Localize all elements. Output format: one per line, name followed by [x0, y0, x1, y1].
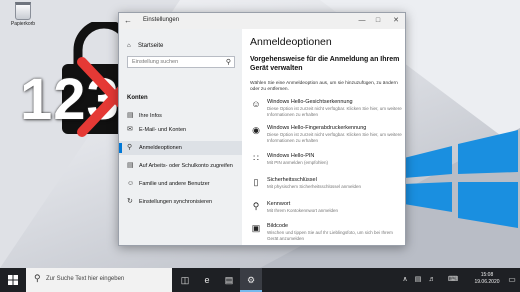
- mail-icon: ✉: [127, 126, 133, 133]
- option-pin[interactable]: ∷ Windows Hello-PIN Mit PIN anmelden (em…: [250, 153, 405, 177]
- active-indicator: [119, 143, 122, 153]
- sidebar-item-label: Einstellungen synchronisieren: [139, 199, 213, 205]
- fingerprint-icon: ◉: [252, 125, 260, 135]
- close-button[interactable]: ✕: [389, 15, 403, 27]
- option-title: Windows Hello-PIN: [267, 153, 315, 159]
- task-view-icon[interactable]: ◫: [174, 268, 196, 292]
- option-security-key[interactable]: ▯ Sicherheitsschlüssel Mit physischem Si…: [250, 177, 405, 201]
- clock-time: 15:08: [480, 272, 494, 278]
- settings-search-input[interactable]: Einstellung suchen ⚲: [127, 56, 235, 68]
- title-bar[interactable]: ← Einstellungen — □ ✕: [119, 13, 405, 29]
- edge-browser-icon[interactable]: e: [196, 268, 218, 292]
- minimize-button[interactable]: —: [355, 15, 369, 27]
- settings-taskbar-icon[interactable]: ⚙: [240, 268, 262, 292]
- sidebar-item-email-accounts[interactable]: ✉ E-Mail- und Konten: [119, 123, 242, 137]
- recycle-bin-icon: [15, 2, 31, 20]
- page-title: Anmeldeoptionen: [250, 36, 332, 48]
- network-icon[interactable]: ▤: [412, 268, 424, 292]
- file-explorer-icon[interactable]: ▤: [218, 268, 240, 292]
- sidebar-item-sign-in-options[interactable]: ⚲ Anmeldeoptionen: [119, 141, 242, 155]
- sidebar-item-label: E-Mail- und Konten: [139, 127, 187, 133]
- home-label: Startseite: [138, 43, 164, 49]
- picture-icon: ▣: [251, 223, 261, 233]
- option-description: Mit physischem Sicherheitsschlüssel anme…: [267, 184, 362, 189]
- taskbar-search-box[interactable]: ⚲ Zur Suche Text hier eingeben: [26, 268, 172, 292]
- key-icon: ⚲: [252, 201, 260, 211]
- sidebar-item-label: Ihre Infos: [139, 113, 162, 119]
- option-face-recognition[interactable]: ☺ Windows Hello-Gesichtserkennung Diese …: [250, 99, 405, 123]
- sync-icon: ↻: [127, 198, 133, 205]
- page-intro: Wählen Sie eine Anmeldeoption aus, um si…: [250, 81, 398, 92]
- option-title: Kennwort: [267, 201, 291, 207]
- clock[interactable]: 15:08 19.06.2020: [470, 272, 504, 286]
- option-picture-password[interactable]: ▣ Bildcode Wischen und tippen Sie auf Ih…: [250, 223, 405, 245]
- option-title: Windows Hello-Fingerabdruckerkennung: [267, 125, 367, 131]
- option-description: Wischen und tippen Sie auf Ihr Lieblings…: [267, 230, 393, 241]
- sidebar-item-sync[interactable]: ↻ Einstellungen synchronisieren: [119, 195, 242, 209]
- option-description: Diese Option ist zurzeit nicht verfügbar…: [267, 132, 402, 143]
- option-password[interactable]: ⚲ Kennwort Mit Ihrem Kontokennwort anmel…: [250, 201, 405, 225]
- search-icon: ⚲: [225, 59, 231, 66]
- sidebar-item-family[interactable]: ☺ Familie und andere Benutzer: [119, 177, 242, 191]
- option-description: Mit Ihrem Kontokennwort anmelden: [267, 208, 339, 213]
- search-placeholder: Einstellung suchen: [132, 59, 179, 65]
- volume-icon[interactable]: ♬: [426, 268, 438, 292]
- pin-keypad-icon: ∷: [253, 153, 259, 163]
- back-arrow-icon[interactable]: ←: [124, 16, 132, 25]
- windows-logo-icon: [404, 130, 518, 228]
- option-description: Diese Option ist zurzeit nicht verfügbar…: [267, 106, 402, 117]
- people-icon: ☺: [127, 180, 135, 187]
- face-icon: ☺: [251, 99, 261, 109]
- option-title: Bildcode: [267, 223, 289, 229]
- option-fingerprint[interactable]: ◉ Windows Hello-Fingerabdruckerkennung D…: [250, 125, 405, 149]
- briefcase-icon: ▤: [127, 162, 134, 169]
- option-title: Windows Hello-Gesichtserkennung: [267, 99, 353, 105]
- start-button[interactable]: [0, 268, 26, 292]
- sidebar-section-title: Konten: [127, 95, 148, 101]
- page-subtitle: Vorgehensweise für die Anmeldung an Ihre…: [250, 56, 400, 72]
- sidebar-home[interactable]: ⌂ Startseite: [127, 43, 163, 49]
- search-icon: ⚲: [34, 273, 41, 283]
- sidebar-item-work-school[interactable]: ▤ Auf Arbeits- oder Schulkonto zugreifen: [119, 159, 242, 173]
- person-card-icon: ▤: [127, 112, 134, 119]
- taskbar: ⚲ Zur Suche Text hier eingeben ◫ e ▤ ⚙ ∧…: [0, 268, 520, 292]
- sidebar-item-label: Auf Arbeits- oder Schulkonto zugreifen: [139, 163, 233, 169]
- home-icon: ⌂: [127, 43, 131, 49]
- settings-window: ← Einstellungen — □ ✕ ⌂ Startseite Einste…: [118, 12, 406, 246]
- usb-key-icon: ▯: [253, 177, 259, 187]
- notification-icon[interactable]: ▭: [506, 268, 518, 292]
- sidebar-item-your-info[interactable]: ▤ Ihre Infos: [119, 109, 242, 123]
- option-title: Sicherheitsschlüssel: [267, 177, 317, 183]
- window-title: Einstellungen: [143, 17, 180, 23]
- sidebar-item-label: Anmeldeoptionen: [139, 145, 182, 151]
- settings-content: Anmeldeoptionen Vorgehensweise für die A…: [242, 29, 405, 245]
- people-tray-icon[interactable]: ∧: [400, 268, 410, 292]
- settings-sidebar: ⌂ Startseite Einstellung suchen ⚲ Konten …: [119, 29, 242, 245]
- option-description: Mit PIN anmelden (empfohlen): [267, 160, 329, 165]
- taskbar-search-placeholder: Zur Suche Text hier eingeben: [46, 276, 125, 282]
- language-indicator[interactable]: ⌨: [440, 268, 466, 292]
- maximize-button[interactable]: □: [371, 15, 385, 27]
- sidebar-item-label: Familie und andere Benutzer: [139, 181, 210, 187]
- clock-date: 19.06.2020: [474, 279, 500, 285]
- key-icon: ⚲: [127, 144, 133, 151]
